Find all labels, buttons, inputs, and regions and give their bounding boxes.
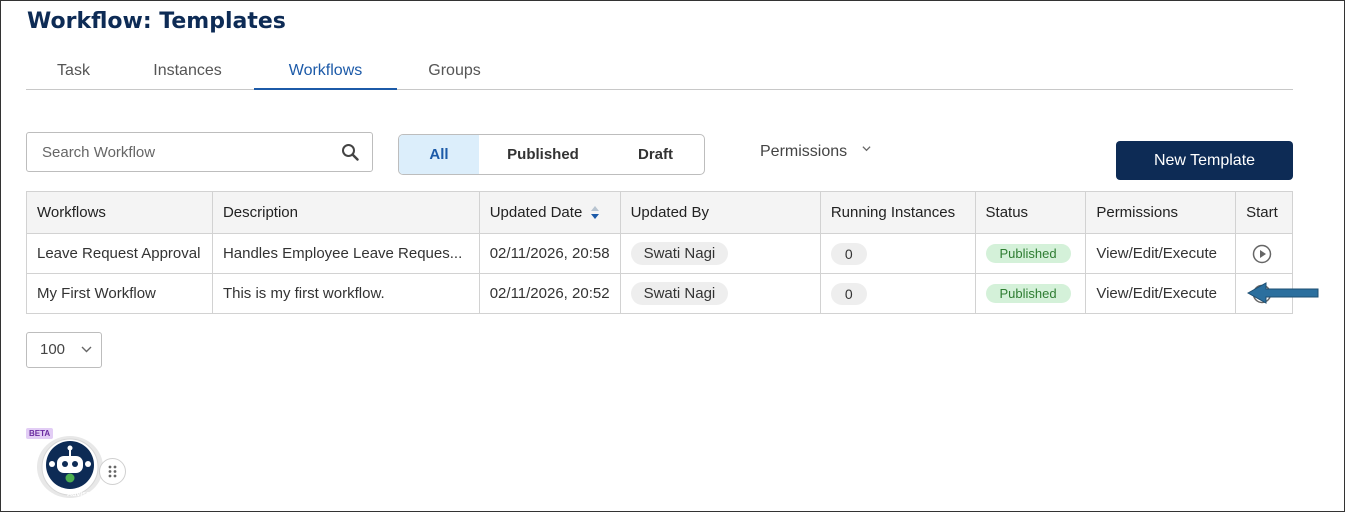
column-header-status[interactable]: Status — [974, 191, 1087, 234]
advisor-label: Advisor — [67, 491, 94, 498]
chevron-down-icon — [862, 146, 871, 152]
status-badge: Published — [985, 284, 1071, 303]
page-size-select[interactable]: 100 — [26, 332, 102, 368]
permissions-dropdown[interactable]: Permissions — [760, 143, 871, 161]
new-template-button[interactable]: New Template — [1116, 141, 1293, 180]
search-icon[interactable] — [341, 143, 359, 161]
tab-workflows[interactable]: Workflows — [254, 58, 397, 90]
advisor-bot-button[interactable]: Advisor — [37, 436, 103, 498]
status-badge: Published — [985, 244, 1071, 263]
robot-icon — [41, 438, 99, 496]
column-header-updated-date[interactable]: Updated Date — [478, 191, 621, 234]
updated-by-cell: Swati Nagi — [619, 233, 821, 274]
table-header-row: Workflows Description Updated Date Updat… — [26, 191, 1293, 234]
permissions-cell: View/Edit/Execute — [1085, 273, 1237, 314]
column-header-description[interactable]: Description — [211, 191, 480, 234]
filter-draft-button[interactable]: Draft — [607, 135, 704, 174]
tab-groups[interactable]: Groups — [411, 58, 498, 90]
updated-by-cell: Swati Nagi — [619, 273, 821, 314]
sort-icon[interactable] — [590, 205, 600, 221]
running-instances-cell: 0 — [819, 273, 976, 314]
column-header-start: Start — [1235, 191, 1293, 234]
beta-badge: BETA — [26, 428, 54, 439]
status-cell: Published — [974, 273, 1087, 314]
permissions-dropdown-label: Permissions — [760, 143, 848, 160]
tab-bar: Task Instances Workflows Groups — [26, 58, 1293, 90]
filter-published-button[interactable]: Published — [479, 135, 607, 174]
updated-by-chip: Swati Nagi — [630, 242, 729, 265]
running-instances-count: 0 — [830, 282, 867, 305]
drag-dots-icon — [108, 465, 117, 478]
tab-task[interactable]: Task — [26, 58, 121, 90]
updated-date: 02/11/2026, 20:58 — [478, 233, 621, 274]
status-cell: Published — [974, 233, 1087, 274]
workflow-description: Handles Employee Leave Reques... — [211, 233, 480, 274]
table-row: My First Workflow This is my first workf… — [26, 273, 1293, 314]
page-size-value: 100 — [40, 341, 66, 358]
column-header-updated-by[interactable]: Updated By — [619, 191, 821, 234]
table-row: Leave Request Approval Handles Employee … — [26, 233, 1293, 274]
play-icon[interactable] — [1252, 244, 1272, 264]
column-header-permissions[interactable]: Permissions — [1085, 191, 1237, 234]
drag-handle[interactable] — [99, 458, 126, 485]
permissions-cell: View/Edit/Execute — [1085, 233, 1237, 274]
column-header-updated-date-label: Updated Date — [489, 204, 583, 221]
status-filter-group: All Published Draft — [398, 134, 705, 175]
search-input[interactable] — [27, 133, 327, 171]
chevron-down-icon — [81, 346, 92, 353]
running-instances-cell: 0 — [819, 233, 976, 274]
running-instances-count: 0 — [830, 242, 867, 265]
advisor-widget[interactable]: Advisor BETA — [26, 428, 136, 498]
search-box — [26, 132, 373, 172]
column-header-workflows[interactable]: Workflows — [26, 191, 213, 234]
filter-all-button[interactable]: All — [399, 135, 479, 174]
updated-date: 02/11/2026, 20:52 — [478, 273, 621, 314]
workflow-description: This is my first workflow. — [211, 273, 480, 314]
column-header-running-instances[interactable]: Running Instances — [819, 191, 976, 234]
tab-instances[interactable]: Instances — [136, 58, 239, 90]
workflow-name-link[interactable]: My First Workflow — [26, 273, 213, 314]
workflows-table: Workflows Description Updated Date Updat… — [26, 191, 1293, 314]
annotation-arrow-icon — [1246, 282, 1319, 304]
workflow-name-link[interactable]: Leave Request Approval — [26, 233, 213, 274]
page-title: Workflow: Templates — [27, 9, 286, 34]
updated-by-chip: Swati Nagi — [630, 282, 729, 305]
start-cell — [1235, 233, 1293, 274]
